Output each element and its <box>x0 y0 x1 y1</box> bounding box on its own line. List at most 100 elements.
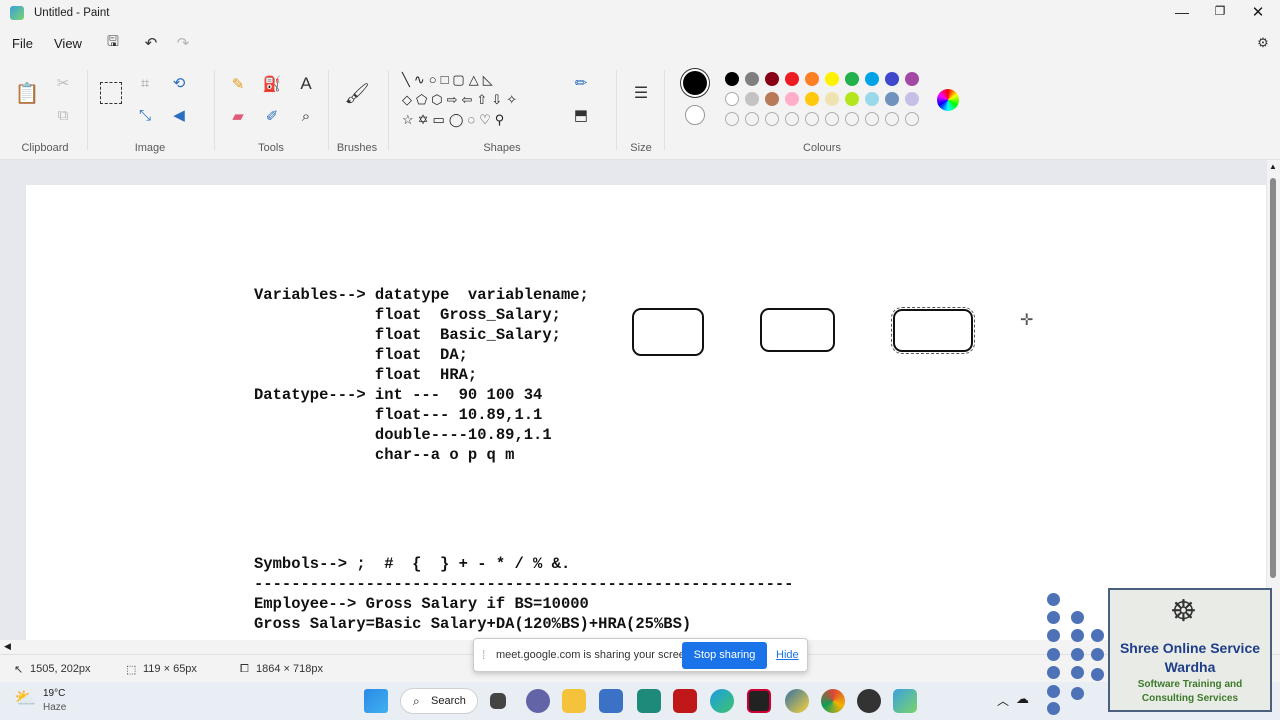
palette-swatch[interactable] <box>905 92 919 106</box>
palette-swatch[interactable] <box>825 92 839 106</box>
empty-swatch[interactable] <box>905 112 919 126</box>
empty-swatch[interactable] <box>785 112 799 126</box>
palette-swatch[interactable] <box>765 72 779 86</box>
menu-file[interactable]: File <box>12 36 33 51</box>
fill-shape-icon[interactable]: ⬒ <box>572 106 590 124</box>
crop-icon[interactable]: ⌗ <box>136 74 154 92</box>
colour-1[interactable] <box>683 71 707 95</box>
palette-swatch[interactable] <box>725 92 739 106</box>
edit-colours-icon[interactable] <box>937 89 959 111</box>
select-icon[interactable] <box>100 82 122 104</box>
empty-swatch[interactable] <box>885 112 899 126</box>
palette-swatch[interactable] <box>825 72 839 86</box>
canvas-text-line: float--- 10.89,1.1 <box>254 406 543 424</box>
scroll-thumb[interactable] <box>1270 178 1276 578</box>
palette-swatch[interactable] <box>725 72 739 86</box>
copy-icon[interactable]: ⧉ <box>54 106 72 124</box>
canvas-text-line: Gross Salary=Basic Salary+DA(120%BS)+HRA… <box>254 615 692 633</box>
selected-rounded-rectangle[interactable] <box>891 307 975 354</box>
palette-swatch[interactable] <box>865 72 879 86</box>
palette-swatch[interactable] <box>885 72 899 86</box>
shapes-gallery[interactable]: ╲∿○□▢△◺ ◇⬠⬡⇨⇦⇧⇩✧ ☆✡▭◯◌♡⚲ <box>402 70 554 132</box>
empty-swatch[interactable] <box>845 112 859 126</box>
palette-swatch[interactable] <box>785 72 799 86</box>
brush-icon[interactable]: 🖌 <box>344 80 369 106</box>
onedrive-icon[interactable]: ☁ <box>1016 691 1029 707</box>
close-button[interactable]: ✕ <box>1250 3 1266 21</box>
screen-share-bar: ⁞ meet.google.com is sharing your screen… <box>473 638 808 672</box>
save-icon[interactable]: 🖫 <box>104 33 122 52</box>
logo-dot <box>1091 668 1104 681</box>
logo-dot <box>1071 666 1084 679</box>
palette-swatch[interactable] <box>745 72 759 86</box>
resize-icon[interactable]: ⤡ <box>136 106 154 124</box>
palette-swatch[interactable] <box>885 92 899 106</box>
canvas-text-line: Datatype---> int --- 90 100 34 <box>254 386 543 404</box>
drag-handle-icon[interactable]: ⁞ <box>482 648 485 662</box>
python-icon[interactable] <box>785 689 809 713</box>
minimize-button[interactable]: — <box>1172 4 1192 22</box>
stop-sharing-button[interactable]: Stop sharing <box>682 642 767 669</box>
color-picker-icon[interactable]: ✐ <box>262 106 282 126</box>
pencil-icon[interactable]: ✎ <box>228 74 248 94</box>
vertical-scrollbar[interactable]: ▲ <box>1267 160 1280 640</box>
divider <box>214 70 215 150</box>
paste-icon[interactable]: 📋 <box>15 80 40 106</box>
fill-icon[interactable]: ⛽ <box>262 74 282 94</box>
mcafee-icon[interactable] <box>673 689 697 713</box>
colour-2[interactable] <box>685 105 705 125</box>
empty-swatch[interactable] <box>725 112 739 126</box>
palette-swatch[interactable] <box>805 92 819 106</box>
start-icon[interactable] <box>364 689 388 713</box>
drawing-canvas[interactable]: Variables--> datatype variablename; floa… <box>26 185 1266 640</box>
paint-taskbar-icon[interactable] <box>893 689 917 713</box>
redo-icon[interactable]: ↷ <box>174 34 192 52</box>
tray-chevron-icon[interactable]: ︿ <box>997 692 1009 709</box>
empty-swatch[interactable] <box>765 112 779 126</box>
eraser-icon[interactable]: ▰ <box>228 106 248 126</box>
scroll-left-icon[interactable]: ◀ <box>4 641 11 652</box>
task-view-icon[interactable] <box>490 693 506 709</box>
canvas-text-line: Symbols--> ; # { } + - * / % &. <box>254 555 571 573</box>
share-settings-icon[interactable]: ⚙ <box>1254 34 1272 52</box>
obs-icon[interactable] <box>857 689 881 713</box>
undo-icon[interactable]: ↶ <box>142 34 160 52</box>
edge-icon[interactable] <box>710 689 734 713</box>
title-bar: Untitled - Paint — ❐ ✕ <box>0 0 1280 28</box>
palette-swatch[interactable] <box>765 92 779 106</box>
magnifier-icon[interactable]: ⌕ <box>296 106 316 126</box>
restore-button[interactable]: ❐ <box>1212 4 1228 22</box>
text-icon[interactable]: A <box>296 74 316 94</box>
canvas-text-line: float DA; <box>254 346 468 364</box>
menu-view[interactable]: View <box>54 36 82 51</box>
empty-swatch[interactable] <box>865 112 879 126</box>
canvas-text-line: double----10.89,1.1 <box>254 426 552 444</box>
store-icon[interactable] <box>599 689 623 713</box>
canvas-size: 1864 × 718px <box>256 663 323 675</box>
chrome-icon[interactable] <box>821 689 845 713</box>
palette-swatch[interactable] <box>845 92 859 106</box>
flip-icon[interactable]: ◀ <box>170 106 188 124</box>
empty-swatch[interactable] <box>805 112 819 126</box>
app2-icon[interactable] <box>747 689 771 713</box>
size-icon[interactable]: ☰ <box>630 82 652 104</box>
cut-icon[interactable]: ✂ <box>54 74 72 92</box>
palette-swatch[interactable] <box>865 92 879 106</box>
empty-swatch[interactable] <box>825 112 839 126</box>
hide-link[interactable]: Hide <box>776 649 799 661</box>
file-explorer-icon[interactable] <box>562 689 586 713</box>
palette-swatch[interactable] <box>785 92 799 106</box>
app-icon[interactable] <box>637 689 661 713</box>
search-icon: ⌕ <box>413 694 420 708</box>
palette-swatch[interactable] <box>845 72 859 86</box>
rotate-icon[interactable]: ⟲ <box>170 74 188 92</box>
empty-swatch[interactable] <box>745 112 759 126</box>
outline-icon[interactable]: ✏ <box>572 74 590 92</box>
palette-swatch[interactable] <box>745 92 759 106</box>
palette-swatch[interactable] <box>805 72 819 86</box>
scroll-up-icon[interactable]: ▲ <box>1269 162 1277 171</box>
search-box[interactable]: ⌕ Search <box>400 688 478 714</box>
chat-icon[interactable] <box>526 689 550 713</box>
palette-swatch[interactable] <box>905 72 919 86</box>
paint-app-icon <box>10 6 24 20</box>
